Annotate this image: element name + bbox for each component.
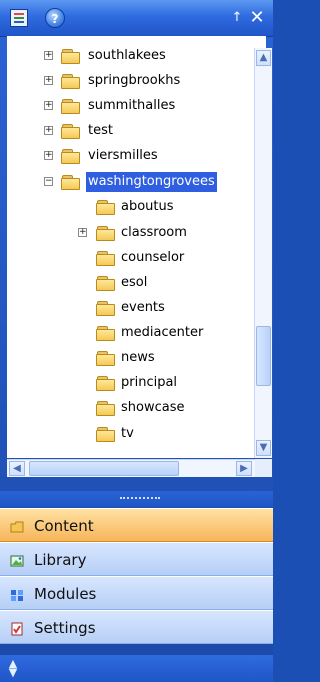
scroll-corner [255, 459, 272, 477]
tree-node-news[interactable]: news [7, 348, 257, 368]
expand-toggle[interactable]: + [78, 228, 87, 237]
nav-item-label: Settings [34, 619, 96, 637]
tree-node-aboutus[interactable]: aboutus [7, 197, 257, 217]
tree-node-label[interactable]: summithalles [88, 96, 175, 116]
folder-icon [96, 351, 116, 366]
pane-splitter[interactable] [0, 491, 273, 507]
folder-icon [96, 376, 116, 391]
settings-icon [10, 621, 24, 636]
folder-icon [96, 200, 116, 215]
close-icon[interactable]: ✕ [248, 8, 266, 28]
collapse-toggle[interactable]: − [44, 177, 53, 186]
folder-icon [96, 226, 116, 241]
nav-overflow-strip[interactable]: ▲ ▼ [0, 655, 273, 682]
tree-node-label[interactable]: viersmilles [88, 146, 158, 166]
expand-toggle[interactable]: + [44, 151, 53, 160]
tree-node-label[interactable]: esol [121, 273, 147, 293]
pin-icon[interactable]: ↑ [229, 8, 245, 28]
tree-node-label[interactable]: tv [121, 424, 134, 444]
scroll-down-button[interactable]: ▼ [256, 440, 271, 456]
tree-node-label[interactable]: showcase [121, 398, 184, 418]
tree-node-label[interactable]: test [88, 121, 113, 141]
tree-node-label[interactable]: counselor [121, 248, 184, 268]
horizontal-scrollbar[interactable]: ◀ ▶ [7, 459, 255, 477]
folder-icon [96, 301, 116, 316]
splitter-grip-icon[interactable] [120, 497, 160, 502]
folder-icon [61, 49, 81, 64]
scroll-left-button[interactable]: ◀ [9, 461, 25, 476]
tree-node-test[interactable]: + test [7, 121, 257, 141]
content-tree: + southlakees + springbrookhs + summitha… [7, 36, 266, 458]
folder-icon [10, 519, 24, 533]
tree-node-label[interactable]: events [121, 298, 165, 318]
help-icon[interactable]: ? [45, 8, 65, 28]
folder-icon [61, 74, 81, 89]
tree-node-mediacenter[interactable]: mediacenter [7, 323, 257, 343]
nav-item-label: Library [34, 551, 87, 569]
expand-toggle[interactable]: + [44, 126, 53, 135]
tree-node-summithalles[interactable]: + summithalles [7, 96, 257, 116]
folder-icon [96, 427, 116, 442]
tree-node-showcase[interactable]: showcase [7, 398, 257, 418]
tree-node-label[interactable]: principal [121, 373, 177, 393]
pane-header: ? ↑ ✕ [0, 0, 273, 37]
expand-toggle[interactable]: + [44, 101, 53, 110]
folder-icon [61, 149, 81, 164]
folder-icon [61, 124, 81, 139]
tree-node-viersmilles[interactable]: + viersmilles [7, 146, 257, 166]
nav-item-modules[interactable]: Modules [0, 576, 273, 610]
tree-node-principal[interactable]: principal [7, 373, 257, 393]
tree-node-southlakees[interactable]: + southlakees [7, 46, 257, 66]
vertical-scrollbar[interactable]: ▲ ▼ [254, 48, 272, 458]
nav-item-content[interactable]: Content [0, 508, 273, 542]
tree-node-label[interactable]: aboutus [121, 197, 174, 217]
tree-node-springbrookhs[interactable]: + springbrookhs [7, 71, 257, 91]
folder-icon [61, 99, 81, 114]
scroll-up-button[interactable]: ▲ [256, 50, 271, 66]
folder-icon [96, 276, 116, 291]
horizontal-scroll-thumb[interactable] [29, 461, 179, 476]
nav-item-label: Content [34, 517, 94, 535]
nav-item-label: Modules [34, 585, 97, 603]
folder-icon [96, 326, 116, 341]
tree-node-events[interactable]: events [7, 298, 257, 318]
tree-node-label[interactable]: news [121, 348, 155, 368]
image-icon [10, 553, 24, 567]
modules-icon [10, 587, 24, 601]
tree-node-label[interactable]: mediacenter [121, 323, 203, 343]
up-down-icon[interactable]: ▲ ▼ [6, 658, 20, 678]
tree-node-label[interactable]: southlakees [88, 46, 166, 66]
tree-node-washingtongrovees[interactable]: − washingtongrovees [7, 172, 257, 192]
tree-node-tv[interactable]: tv [7, 424, 257, 444]
expand-toggle[interactable]: + [44, 51, 53, 60]
scroll-right-button[interactable]: ▶ [236, 461, 252, 476]
vertical-scroll-thumb[interactable] [256, 326, 271, 386]
tree-node-classroom[interactable]: + classroom [7, 223, 257, 243]
nav-item-library[interactable]: Library [0, 542, 273, 576]
list-icon[interactable] [10, 9, 28, 27]
folder-icon [96, 251, 116, 266]
tree-node-esol[interactable]: esol [7, 273, 257, 293]
tree-node-label[interactable]: classroom [121, 223, 187, 243]
nav-item-settings[interactable]: Settings [0, 610, 273, 644]
expand-toggle[interactable]: + [44, 76, 53, 85]
folder-icon [61, 175, 81, 190]
tree-node-label[interactable]: springbrookhs [88, 71, 180, 91]
tree-node-counselor[interactable]: counselor [7, 248, 257, 268]
tree-node-label-selected[interactable]: washingtongrovees [86, 172, 217, 192]
folder-icon [96, 401, 116, 416]
